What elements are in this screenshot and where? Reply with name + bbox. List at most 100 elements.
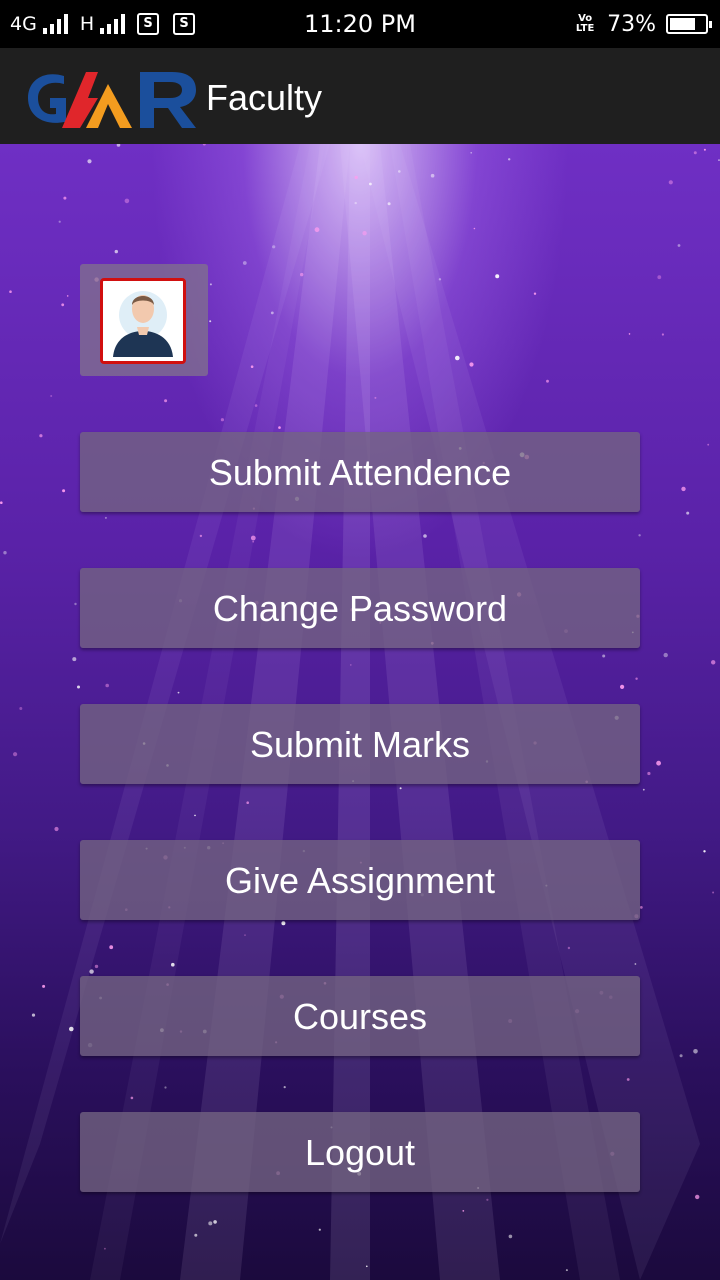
sparkle [42, 984, 46, 988]
sparkle [281, 921, 286, 926]
avatar [100, 278, 186, 364]
sparkle [164, 399, 168, 403]
sparkle [647, 771, 651, 776]
sparkle [208, 1221, 213, 1226]
sparkle [712, 891, 715, 894]
sparkle [63, 196, 67, 200]
sparkle [628, 333, 631, 335]
sparkle [387, 202, 391, 206]
sparkle [194, 1233, 198, 1237]
profile-picture-button[interactable] [80, 264, 208, 376]
sparkle [61, 303, 65, 307]
sparkle [77, 685, 80, 689]
sparkle [366, 1265, 368, 1268]
app-bar: Faculty [0, 48, 720, 144]
sparkle [254, 404, 258, 407]
sparkle [39, 434, 43, 438]
sparkle [533, 292, 537, 295]
sparkle [677, 244, 681, 247]
sparkle [66, 295, 69, 297]
sparkle [300, 272, 304, 277]
sparkle [354, 201, 357, 205]
sparkle [283, 1086, 286, 1089]
sparkle [0, 501, 3, 505]
sparkle [626, 1078, 630, 1081]
battery-percent: 73% [607, 11, 656, 37]
sparkle [72, 657, 77, 662]
sparkle [250, 535, 256, 541]
sparkle [58, 220, 61, 223]
sparkle [246, 801, 249, 804]
sparkle [423, 534, 427, 538]
sparkle [116, 144, 121, 147]
sparkle [486, 1198, 489, 1201]
sparkle [639, 906, 643, 909]
sparkle [114, 249, 119, 254]
battery-icon [666, 14, 712, 34]
sparkle [707, 443, 710, 446]
sparkle [104, 516, 107, 519]
sparkle [686, 511, 690, 515]
sparkle [703, 850, 706, 853]
sparkle [89, 969, 94, 974]
give-assignment-button[interactable]: Give Assignment [80, 840, 640, 920]
volte-icon: Vo LTE [575, 13, 595, 34]
sparkle [87, 159, 92, 164]
sparkle [711, 660, 716, 665]
change-password-button[interactable]: Change Password [80, 568, 640, 648]
sparkle [663, 652, 668, 658]
sparkle [3, 551, 7, 555]
sparkle [703, 148, 706, 151]
sparkle [199, 534, 203, 538]
sparkle [508, 1234, 513, 1239]
sparkle [602, 654, 606, 658]
sparkle [369, 182, 372, 186]
sparkle [470, 152, 473, 154]
sparkle [657, 275, 662, 280]
sparkle [19, 707, 23, 710]
sparkle [209, 283, 212, 286]
sparkle [350, 664, 352, 666]
sparkle [362, 231, 367, 236]
status-bar: 4G H S S 11:20 PM Vo LTE 73% [0, 0, 720, 48]
sparkle [62, 489, 66, 493]
courses-button[interactable]: Courses [80, 976, 640, 1056]
sparkle [661, 333, 665, 336]
sparkle [354, 175, 358, 180]
sparkle [171, 962, 175, 967]
sparkle [209, 320, 212, 323]
sparkle [508, 158, 511, 161]
sparkle [398, 170, 401, 173]
sparkle [546, 379, 549, 383]
sparkle [94, 964, 99, 969]
sparkle [250, 365, 254, 368]
app-title: Faculty [206, 77, 323, 118]
sparkle [177, 691, 180, 694]
sparkle [130, 1096, 134, 1100]
sparkle [242, 261, 247, 265]
sparkle [693, 1049, 698, 1054]
submit-marks-button[interactable]: Submit Marks [80, 704, 640, 784]
sparkle [270, 311, 274, 315]
sparkle [278, 426, 281, 429]
sparkle [74, 602, 77, 606]
sparkle [638, 534, 641, 537]
sparkle [620, 684, 625, 690]
sparkle [567, 946, 571, 950]
sparkle [565, 1269, 568, 1272]
sparkle [164, 1086, 167, 1089]
sparkle [31, 1013, 36, 1017]
sparkle [50, 395, 53, 397]
main-content: Submit Attendence Change Password Submit… [0, 144, 720, 1280]
sparkle [679, 1054, 683, 1058]
sparkle [69, 1026, 74, 1032]
user-avatar-icon [103, 281, 183, 361]
sparkle [399, 787, 402, 790]
sparkle [194, 814, 196, 817]
sparkle [430, 173, 435, 178]
sparkle [220, 418, 224, 422]
sparkle [104, 1247, 106, 1250]
sparkle [469, 362, 474, 367]
logout-button[interactable]: Logout [80, 1112, 640, 1192]
submit-attendance-button[interactable]: Submit Attendence [80, 432, 640, 512]
